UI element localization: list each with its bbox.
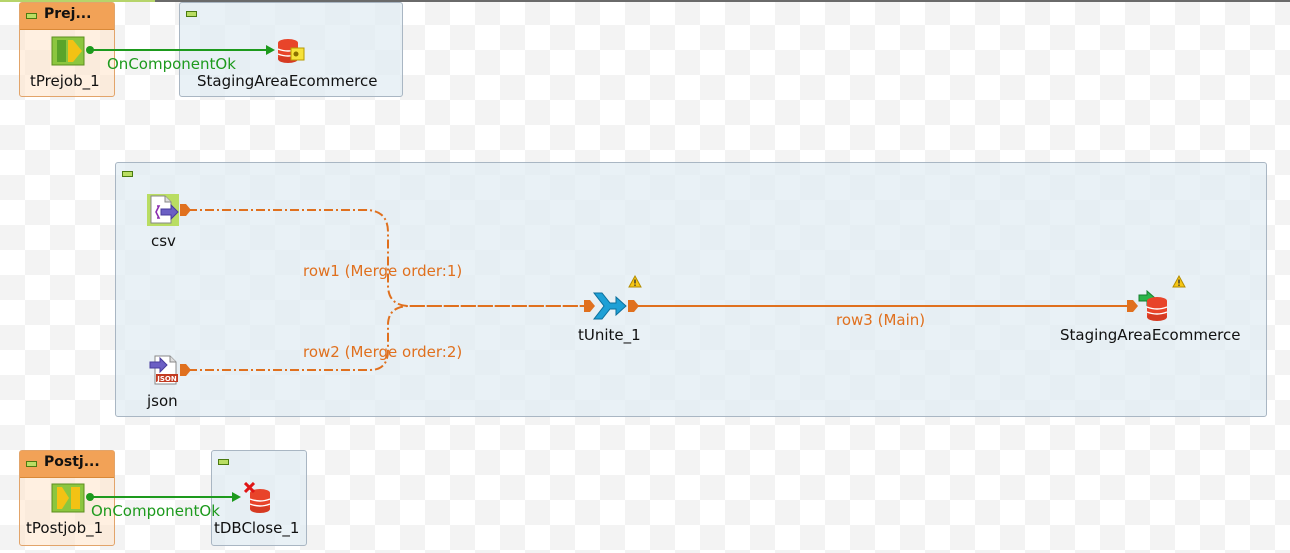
unite-component-label: tUnite_1 <box>578 326 641 344</box>
dbclose-component-label: tDBClose_1 <box>214 519 300 537</box>
output-component-label: StagingAreaEcommerce <box>1060 326 1241 344</box>
output-warning-icon <box>1172 275 1186 288</box>
row2-link-label[interactable]: row2 (Merge order:2) <box>303 343 462 361</box>
csv-component-label: csv <box>151 232 176 250</box>
row1-link-label[interactable]: row1 (Merge order:1) <box>303 262 462 280</box>
postjob-component-label: tPostjob_1 <box>26 519 104 537</box>
links-layer <box>86 45 1138 502</box>
postjob-icon[interactable] <box>51 483 85 513</box>
db-output-icon[interactable] <box>1138 290 1172 322</box>
csv-input-icon[interactable] <box>146 193 180 227</box>
prejob-trigger-link[interactable] <box>86 45 275 55</box>
staging-connection-label: StagingAreaEcommerce <box>197 72 378 90</box>
db-connection-icon[interactable] <box>276 38 306 66</box>
prejob-component-label: tPrejob_1 <box>30 72 100 90</box>
svg-text:JSON: JSON <box>156 375 177 383</box>
prejob-icon[interactable] <box>51 36 85 66</box>
json-component-label: json <box>147 392 178 410</box>
row1-link[interactable] <box>188 209 586 307</box>
unite-icon[interactable] <box>592 290 628 322</box>
postjob-trigger-link-label[interactable]: OnComponentOk <box>91 502 220 520</box>
unite-warning-icon <box>628 275 642 288</box>
json-input-icon[interactable]: JSON <box>148 355 182 385</box>
row3-link-label[interactable]: row3 (Main) <box>836 311 925 329</box>
db-close-icon[interactable] <box>244 482 274 514</box>
prejob-trigger-link-label[interactable]: OnComponentOk <box>107 55 236 73</box>
postjob-trigger-link[interactable] <box>86 492 241 502</box>
